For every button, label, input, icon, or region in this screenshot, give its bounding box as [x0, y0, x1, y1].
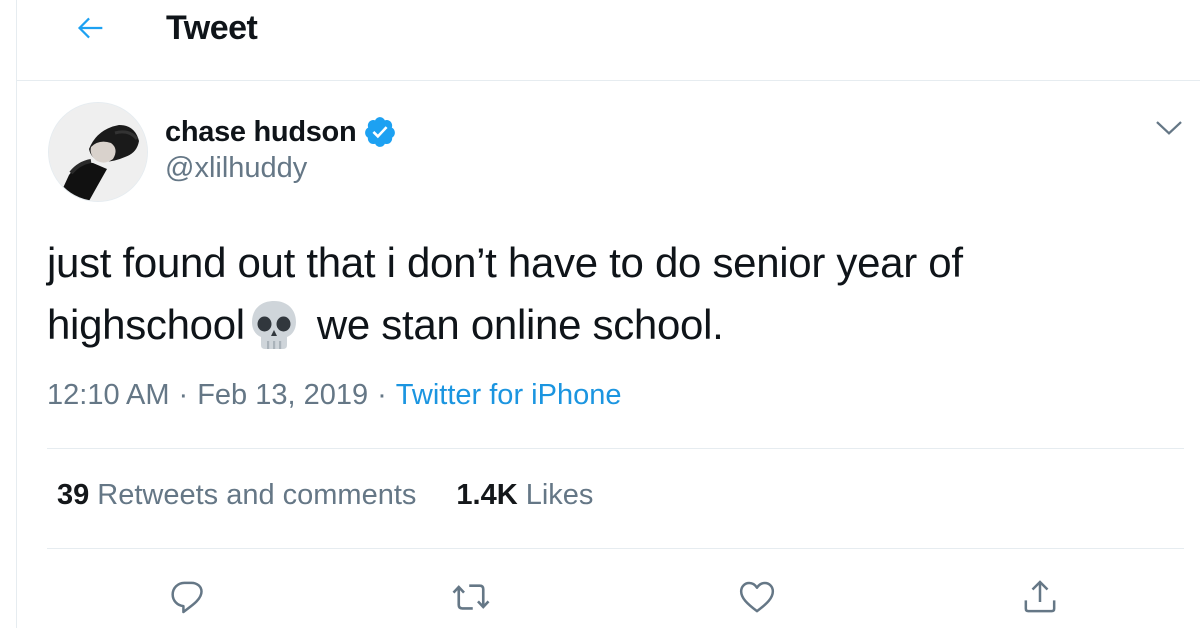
- tweet-date[interactable]: Feb 13, 2019: [197, 379, 368, 411]
- tweet-text-line-2: highschool we stan online school.: [47, 294, 1167, 356]
- skull-emoji: [251, 300, 296, 349]
- retweet-icon: [452, 584, 490, 610]
- likes-count: 1.4K: [456, 479, 518, 511]
- page-title: Tweet: [166, 9, 258, 47]
- divider: [47, 448, 1184, 449]
- share-button[interactable]: [1018, 575, 1062, 619]
- tweet-text-line-1: just found out that i don’t have to do s…: [47, 239, 963, 286]
- column-border: [16, 0, 17, 628]
- divider: [47, 548, 1184, 549]
- heart-icon: [739, 581, 775, 613]
- meta-separator: ·: [178, 379, 189, 411]
- tweet-text-before-emoji: highschool: [47, 301, 245, 348]
- tweet-actions: [0, 575, 1200, 620]
- chevron-down-icon: [1156, 121, 1182, 135]
- tweet-stats: 39 Retweets and comments 1.4K Likes: [57, 479, 593, 512]
- reply-icon: [171, 581, 203, 614]
- retweets-stat[interactable]: 39 Retweets and comments: [57, 479, 416, 512]
- back-button[interactable]: [73, 10, 109, 46]
- avatar[interactable]: [48, 102, 148, 202]
- retweets-count: 39: [57, 479, 90, 511]
- reply-button[interactable]: [166, 575, 210, 619]
- likes-stat[interactable]: 1.4K Likes: [456, 479, 593, 512]
- tweet-text-after-emoji: we stan online school.: [316, 301, 724, 348]
- share-icon: [1024, 580, 1056, 613]
- likes-label: Likes: [525, 479, 594, 511]
- verified-badge-icon: [365, 117, 396, 147]
- author-name-row[interactable]: chase hudson: [165, 112, 397, 152]
- tweet-meta: 12:10 AM · Feb 13, 2019 · Twitter for iPhone: [47, 379, 621, 412]
- author-handle[interactable]: @xlilhuddy: [165, 152, 307, 185]
- avatar-photo: [49, 103, 147, 201]
- page-header: Tweet: [17, 0, 1200, 81]
- author-display-name[interactable]: chase hudson: [165, 116, 357, 149]
- like-button[interactable]: [735, 575, 779, 619]
- meta-separator: ·: [377, 379, 387, 411]
- tweet-text: just found out that i don’t have to do s…: [47, 232, 1167, 356]
- retweet-button[interactable]: [449, 575, 493, 619]
- retweets-label: Retweets and comments: [97, 479, 417, 511]
- tweet-source-link[interactable]: Twitter for iPhone: [396, 379, 622, 411]
- arrow-left-icon: [77, 17, 103, 39]
- tweet-time[interactable]: 12:10 AM: [47, 379, 170, 411]
- more-options-button[interactable]: [1152, 110, 1186, 144]
